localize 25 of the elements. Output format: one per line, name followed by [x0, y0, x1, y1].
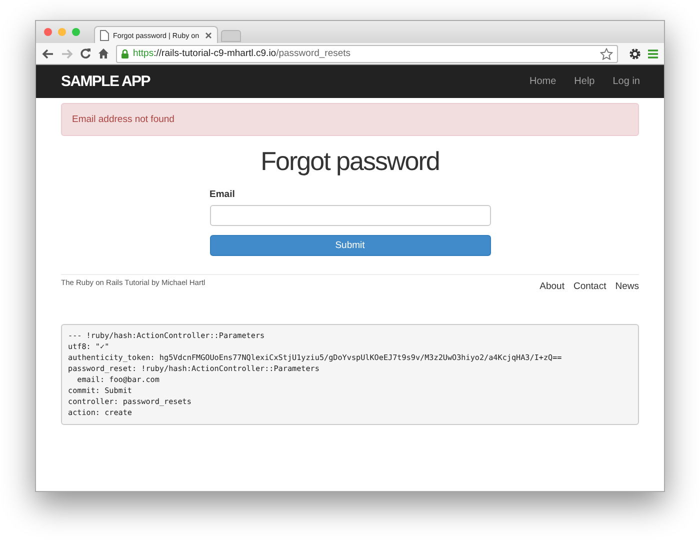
- email-field[interactable]: [210, 205, 490, 226]
- maximize-icon[interactable]: [72, 28, 80, 36]
- star-icon[interactable]: [600, 48, 613, 60]
- address-bar[interactable]: https://rails-tutorial-c9-mhartl.c9.io/password_resets: [116, 44, 618, 62]
- home-icon[interactable]: [98, 48, 109, 59]
- footer-link[interactable]: About: [540, 281, 564, 292]
- logo[interactable]: SAMPLE APP: [61, 73, 150, 90]
- menu-icon[interactable]: [648, 48, 658, 58]
- forward-icon[interactable]: [61, 48, 73, 58]
- close-icon[interactable]: [205, 32, 212, 38]
- nav-link[interactable]: Home: [529, 76, 556, 87]
- nav-link[interactable]: Help: [574, 76, 595, 87]
- alert-message: Email address not found: [61, 103, 639, 136]
- nav-link[interactable]: Log in: [612, 76, 640, 87]
- footer-link[interactable]: Contact: [573, 281, 606, 292]
- submit-button[interactable]: Submit: [210, 235, 490, 256]
- field-label: Email: [210, 189, 236, 200]
- settings-icon[interactable]: [629, 48, 641, 60]
- document-icon: [100, 30, 109, 40]
- lock-icon: [121, 48, 129, 58]
- reload-icon[interactable]: [80, 48, 91, 59]
- back-icon[interactable]: [42, 48, 54, 58]
- page-heading: Forgot password: [260, 146, 440, 177]
- footer-link[interactable]: News: [615, 281, 639, 292]
- close-icon[interactable]: [44, 28, 52, 36]
